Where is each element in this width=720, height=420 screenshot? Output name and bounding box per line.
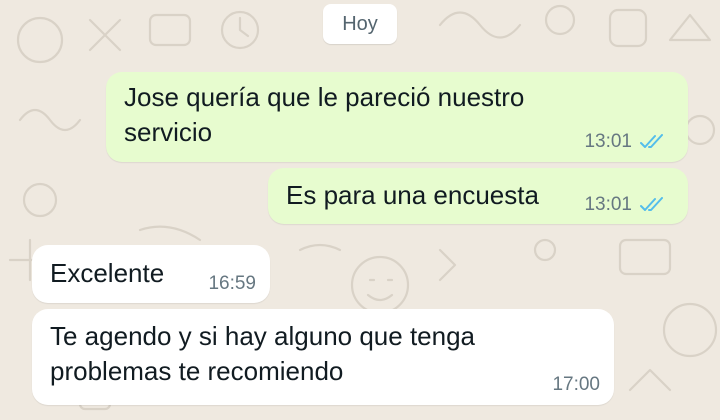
message-text: Te agendo y si hay alguno que tenga prob… xyxy=(50,321,476,386)
outgoing-message-bubble[interactable]: Jose quería que le pareció nuestro servi… xyxy=(106,72,688,162)
message-meta: 17:00 xyxy=(552,375,600,395)
conversation-panel: Hoy Jose quería que le pareció nuestro s… xyxy=(0,0,720,420)
incoming-message-bubble[interactable]: Te agendo y si hay alguno que tenga prob… xyxy=(32,309,614,405)
message-text: Excelente xyxy=(50,258,165,288)
message-meta: 16:59 xyxy=(208,274,256,294)
message-text: Jose quería que le pareció nuestro servi… xyxy=(124,82,525,147)
message-meta: 13:01 xyxy=(584,132,666,152)
message-time: 13:01 xyxy=(584,194,632,215)
message-time: 16:59 xyxy=(208,273,256,294)
message-time: 17:00 xyxy=(552,374,600,395)
date-divider: Hoy xyxy=(323,4,397,44)
double-check-read-icon xyxy=(640,197,666,213)
incoming-message-bubble[interactable]: Excelente 16:59 xyxy=(32,245,270,303)
message-meta: 13:01 xyxy=(584,195,666,215)
message-text: Es para una encuesta xyxy=(286,180,539,210)
double-check-read-icon xyxy=(640,134,666,150)
message-time: 13:01 xyxy=(584,131,632,152)
outgoing-message-bubble[interactable]: Es para una encuesta 13:01 xyxy=(268,168,688,224)
